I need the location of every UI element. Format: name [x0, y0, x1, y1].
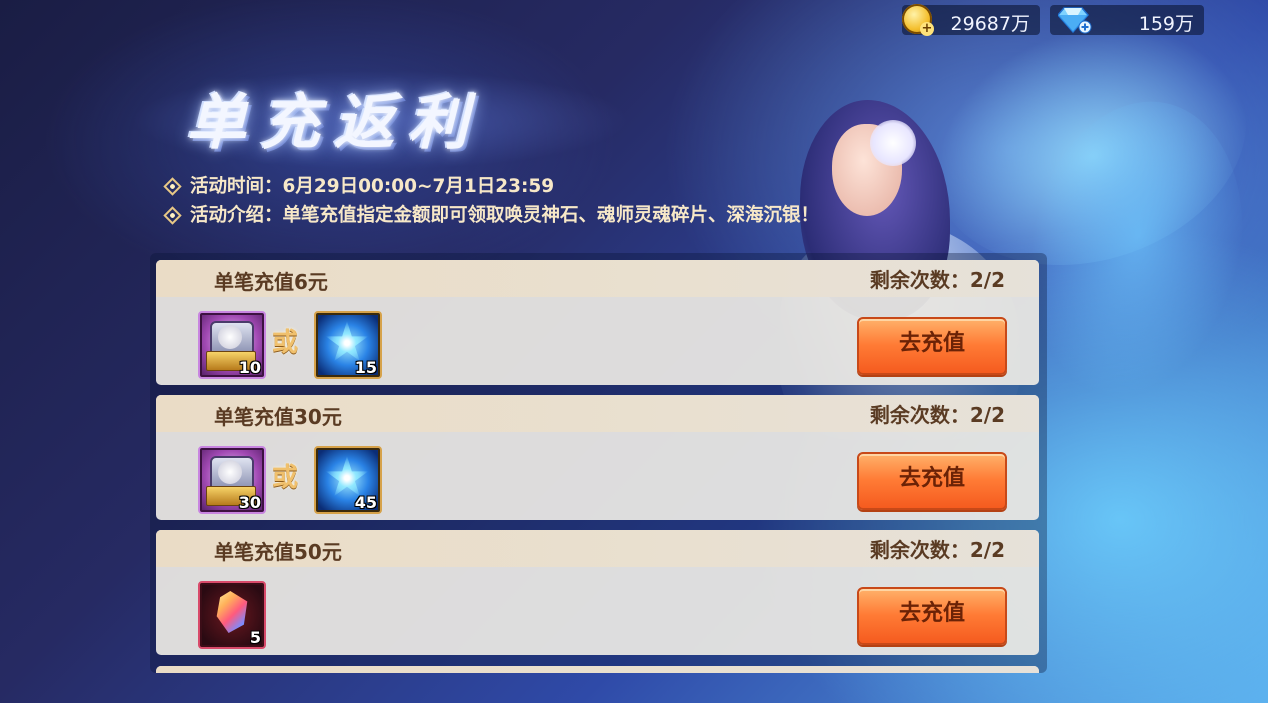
or-label: 或: [272, 328, 299, 358]
soul-chest-icon[interactable]: 10: [198, 311, 266, 379]
tier-card-6: 单笔充值6元 剩余次数：2/2 10 或 15 去充值: [156, 260, 1039, 385]
tier-card-header: 单笔充值6元 剩余次数：2/2: [156, 260, 1039, 297]
event-time-value: 6月29日00:00~7月1日23:59: [282, 176, 555, 197]
or-label: 或: [272, 463, 299, 493]
reward-count: 5: [249, 628, 261, 647]
bullet-diamond-icon: [163, 176, 182, 196]
gold-currency[interactable]: 29687万: [902, 4, 1040, 36]
remaining-count: 剩余次数：2/2: [869, 268, 1005, 292]
remaining-count: 剩余次数：2/2: [869, 403, 1005, 427]
tier-card-header: 单笔充值50元 剩余次数：2/2: [156, 530, 1039, 567]
reward-count: 10: [238, 358, 261, 377]
bullet-diamond-icon: [163, 205, 182, 225]
blue-crystal-icon[interactable]: 45: [314, 446, 382, 514]
gold-coin-plus-icon[interactable]: [902, 4, 934, 36]
tier-card-50: 单笔充值50元 剩余次数：2/2 5 去充值: [156, 530, 1039, 655]
reward-list[interactable]: 单笔充值6元 剩余次数：2/2 10 或 15 去充值 单笔充值30元 剩余次数…: [150, 253, 1047, 673]
reward-count: 30: [238, 493, 261, 512]
tier-title: 单笔充值6元: [214, 270, 328, 294]
gold-amount: 29687万: [950, 13, 1030, 35]
diamond-currency[interactable]: 159万: [1050, 5, 1204, 35]
tier-card-header: [156, 666, 1039, 673]
recharge-button[interactable]: 去充值: [857, 452, 1007, 510]
recharge-button[interactable]: 去充值: [857, 587, 1007, 645]
hair-flower: [870, 120, 916, 166]
reward-count: 15: [354, 358, 377, 377]
tier-card-header: 单笔充值30元 剩余次数：2/2: [156, 395, 1039, 432]
event-desc-label: 活动介绍：: [190, 205, 283, 226]
diamond-amount: 159万: [1138, 13, 1194, 35]
remaining-count: 剩余次数：2/2: [869, 538, 1005, 562]
event-time: 活动时间：6月29日00:00~7月1日23:59: [162, 172, 554, 198]
reward-count: 45: [354, 493, 377, 512]
recharge-button[interactable]: 去充值: [857, 317, 1007, 375]
character-face: [832, 124, 902, 216]
event-desc-value: 单笔充值指定金额即可领取唤灵神石、魂师灵魂碎片、深海沉银！: [282, 205, 820, 226]
tier-title: 单笔充值30元: [214, 405, 342, 429]
blue-crystal-icon[interactable]: 15: [314, 311, 382, 379]
tier-card-partial: [156, 666, 1039, 673]
event-time-label: 活动时间：: [190, 176, 283, 197]
tier-card-30: 单笔充值30元 剩余次数：2/2 30 或 45 去充值: [156, 395, 1039, 520]
diamond-plus-icon[interactable]: [1058, 6, 1092, 34]
event-description: 活动介绍：单笔充值指定金额即可领取唤灵神石、魂师灵魂碎片、深海沉银！: [162, 201, 819, 227]
event-title: 单充返利: [186, 88, 482, 158]
soul-chest-icon[interactable]: 30: [198, 446, 266, 514]
rainbow-gem-icon[interactable]: 5: [198, 581, 266, 649]
tier-title: 单笔充值50元: [214, 540, 342, 564]
